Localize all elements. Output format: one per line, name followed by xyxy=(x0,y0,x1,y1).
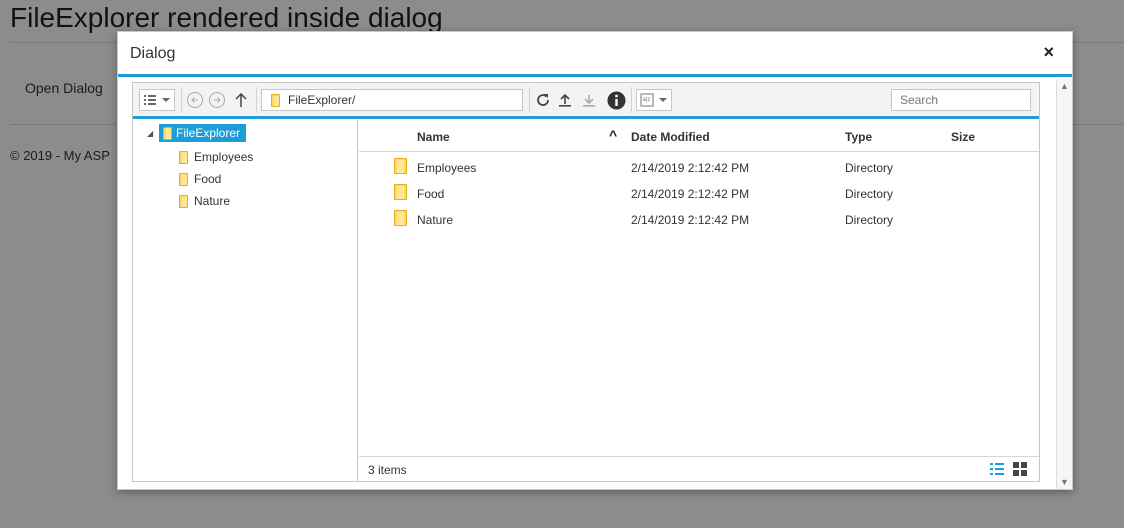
dialog-header: Dialog × xyxy=(118,32,1072,77)
column-header-size[interactable]: Size xyxy=(951,130,975,144)
tree-item-food[interactable]: Food xyxy=(179,172,221,186)
table-row[interactable]: Employees 2/14/2019 2:12:42 PM Directory xyxy=(359,154,1039,180)
file-type: Directory xyxy=(845,187,894,201)
svg-text:a|z: a|z xyxy=(643,97,651,103)
scroll-up-icon[interactable]: ▲ xyxy=(1059,81,1070,91)
dialog-scrollbar[interactable]: ▲ ▼ xyxy=(1056,79,1072,489)
view-options-icon xyxy=(144,95,170,105)
grid-header: Name ^ Date Modified Type Size xyxy=(359,120,1039,152)
table-row[interactable]: Nature 2/14/2019 2:12:42 PM Directory xyxy=(359,206,1039,232)
folder-icon xyxy=(394,210,407,226)
tree-item-label: Employees xyxy=(194,150,254,164)
sort-icon: a|z xyxy=(640,93,667,107)
back-icon xyxy=(187,92,203,108)
refresh-button[interactable] xyxy=(533,89,553,111)
up-button[interactable] xyxy=(231,89,251,111)
download-button[interactable] xyxy=(579,89,599,111)
folder-icon xyxy=(163,126,172,140)
tree-item-label: Nature xyxy=(194,194,231,208)
download-icon xyxy=(583,95,595,107)
up-icon xyxy=(235,92,247,107)
file-name: Employees xyxy=(417,161,477,175)
file-type: Directory xyxy=(845,213,894,227)
search-input[interactable] xyxy=(891,89,1031,111)
upload-button[interactable] xyxy=(555,89,575,111)
file-name: Nature xyxy=(417,213,454,227)
tree-root-selected[interactable]: FileExplorer xyxy=(159,124,247,142)
column-header-name[interactable]: Name xyxy=(417,130,450,144)
details-view-icon[interactable] xyxy=(990,462,1004,476)
file-date: 2/14/2019 2:12:42 PM xyxy=(631,161,750,175)
tree-item-nature[interactable]: Nature xyxy=(179,194,230,208)
sort-button[interactable]: a|z xyxy=(636,89,672,111)
folder-icon xyxy=(394,158,407,174)
toolbar-separator xyxy=(181,87,182,113)
refresh-icon xyxy=(537,94,549,106)
toolbar-separator xyxy=(256,87,257,113)
tree-root-node[interactable]: ◢ FileExplorer xyxy=(147,124,247,142)
toolbar-separator xyxy=(529,87,530,113)
upload-icon xyxy=(559,93,571,107)
breadcrumb-path: FileExplorer/ xyxy=(288,93,356,107)
file-type: Directory xyxy=(845,161,894,175)
tree-item-label: Food xyxy=(194,172,222,186)
forward-icon xyxy=(209,92,225,108)
scroll-down-icon[interactable]: ▼ xyxy=(1059,477,1070,487)
tree-root-label: FileExplorer xyxy=(176,126,241,140)
folder-icon xyxy=(179,150,188,164)
status-bar: 3 items xyxy=(359,456,1039,481)
folder-icon xyxy=(394,184,407,200)
file-name: Food xyxy=(417,187,445,201)
view-options-button[interactable] xyxy=(139,89,175,111)
file-grid: Name ^ Date Modified Type Size Employees… xyxy=(359,120,1039,481)
toolbar: FileExplorer/ a|z xyxy=(133,83,1039,119)
dialog: Dialog × ▲ ▼ FileExplorer/ a|z Search ◢ … xyxy=(117,31,1073,490)
close-icon[interactable]: × xyxy=(1043,42,1054,63)
folder-icon xyxy=(179,172,188,186)
navigation-pane: ◢ FileExplorer Employees Food Nature xyxy=(133,120,358,481)
toolbar-separator xyxy=(631,87,632,113)
collapse-icon[interactable]: ◢ xyxy=(147,129,159,138)
column-header-date[interactable]: Date Modified xyxy=(631,130,710,144)
folder-icon xyxy=(271,94,280,107)
file-explorer: FileExplorer/ a|z Search ◢ FileExplorer … xyxy=(132,82,1040,482)
info-icon xyxy=(607,91,625,109)
file-date: 2/14/2019 2:12:42 PM xyxy=(631,213,750,227)
sort-ascending-icon[interactable]: ^ xyxy=(609,127,617,143)
tree-item-employees[interactable]: Employees xyxy=(179,150,253,164)
back-button[interactable] xyxy=(185,89,205,111)
item-count: 3 items xyxy=(368,463,407,477)
dialog-title: Dialog xyxy=(130,45,176,62)
column-header-type[interactable]: Type xyxy=(845,130,872,144)
folder-icon xyxy=(179,194,188,208)
forward-button[interactable] xyxy=(207,89,227,111)
breadcrumb[interactable]: FileExplorer/ xyxy=(261,89,523,111)
large-icons-view-icon[interactable] xyxy=(1013,462,1027,476)
info-button[interactable] xyxy=(605,89,627,111)
table-row[interactable]: Food 2/14/2019 2:12:42 PM Directory xyxy=(359,180,1039,206)
file-date: 2/14/2019 2:12:42 PM xyxy=(631,187,750,201)
